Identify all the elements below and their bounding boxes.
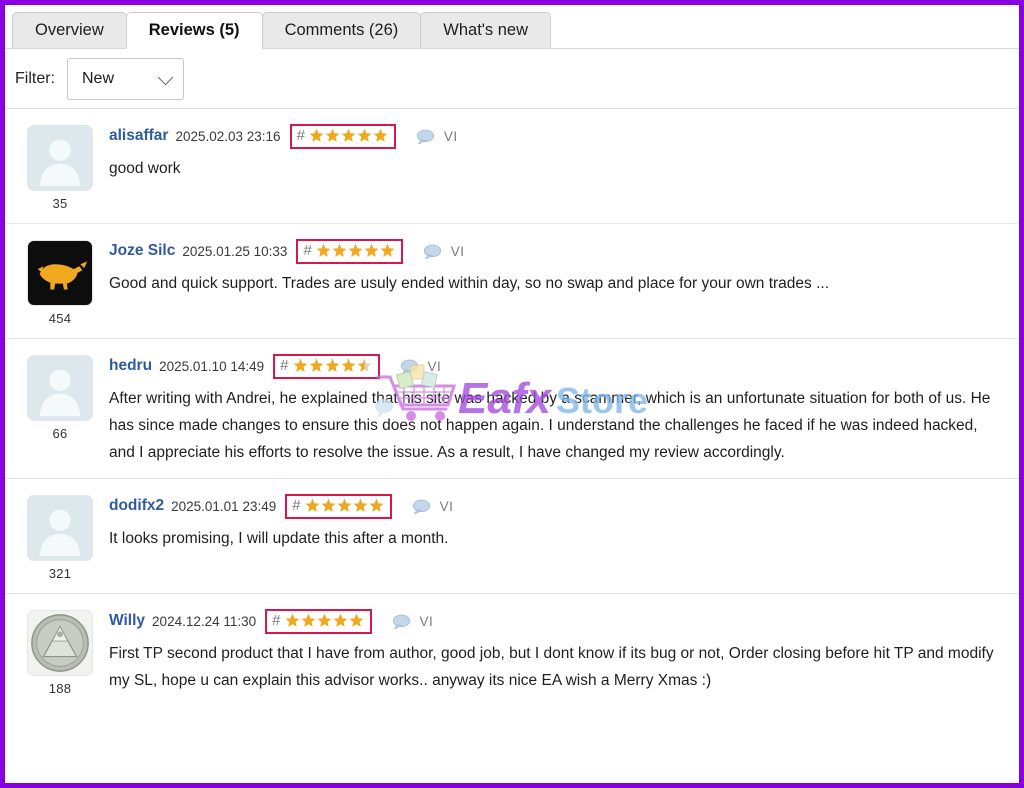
rating-badge: # bbox=[265, 608, 372, 634]
rating-badge: # bbox=[273, 353, 380, 379]
speech-bubble-icon[interactable] bbox=[416, 129, 435, 145]
reputation-count: 35 bbox=[52, 196, 68, 211]
hash-icon: # bbox=[280, 357, 289, 374]
username-link[interactable]: Joze Silc bbox=[109, 242, 175, 260]
vi-label: VI bbox=[439, 498, 454, 514]
review-timestamp: 2025.01.25 10:33 bbox=[182, 243, 288, 259]
hash-icon: # bbox=[272, 612, 281, 629]
reputation-count: 321 bbox=[48, 566, 72, 581]
review-item: 35 alisaffar 2025.02.03 23:16 # VI good work bbox=[5, 109, 1019, 224]
review-text: It looks promising, I will update this a… bbox=[109, 530, 449, 547]
rating-badge: # bbox=[289, 123, 396, 149]
tab-reviews-5[interactable]: Reviews (5) bbox=[125, 12, 263, 49]
review-timestamp: 2025.02.03 23:16 bbox=[175, 128, 281, 144]
avatar-column: 35 bbox=[21, 123, 99, 211]
review-item: 454 Joze Silc 2025.01.25 10:33 # VI Good and … bbox=[5, 224, 1019, 339]
review-list: 35 alisaffar 2025.02.03 23:16 # VI good work 4… bbox=[5, 109, 1019, 708]
tab-bar: Overview Reviews (5) Comments (26) What's n… bbox=[5, 5, 1019, 49]
hash-icon: # bbox=[292, 497, 301, 514]
review-meta: Willy 2024.12.24 11:30 # VI bbox=[109, 608, 1003, 634]
avatar-column: 321 bbox=[21, 493, 99, 581]
review-meta: alisaffar 2025.02.03 23:16 # VI bbox=[109, 123, 1003, 149]
avatar-column: 188 bbox=[21, 608, 99, 696]
vi-label: VI bbox=[427, 358, 442, 374]
avatar[interactable] bbox=[27, 355, 93, 421]
avatar-column: 454 bbox=[21, 238, 99, 326]
review-body: hedru 2025.01.10 14:49 # VI After writing wi… bbox=[99, 353, 1003, 466]
avatar[interactable] bbox=[27, 240, 93, 306]
review-body: alisaffar 2025.02.03 23:16 # VI good work bbox=[99, 123, 1003, 211]
star-rating bbox=[309, 128, 388, 143]
speech-bubble-icon[interactable] bbox=[423, 244, 442, 260]
tab-overview[interactable]: Overview bbox=[12, 12, 127, 49]
review-item: 66 hedru 2025.01.10 14:49 # VI After writing … bbox=[5, 339, 1019, 479]
review-body: Joze Silc 2025.01.25 10:33 # VI Good and qui… bbox=[99, 238, 1003, 326]
vi-label: VI bbox=[450, 243, 465, 259]
review-timestamp: 2025.01.01 23:49 bbox=[171, 498, 277, 514]
username-link[interactable]: alisaffar bbox=[109, 127, 168, 145]
chevron-down-icon bbox=[157, 69, 174, 85]
review-item: 321 dodifx2 2025.01.01 23:49 # VI It looks pr… bbox=[5, 479, 1019, 594]
speech-bubble-icon[interactable] bbox=[412, 499, 431, 515]
avatar[interactable] bbox=[27, 495, 93, 561]
reputation-count: 66 bbox=[52, 426, 68, 441]
speech-bubble-icon[interactable] bbox=[392, 614, 411, 630]
star-rating bbox=[293, 358, 372, 373]
hash-icon: # bbox=[303, 242, 312, 259]
tab-what-s-new[interactable]: What's new bbox=[420, 12, 552, 49]
avatar[interactable] bbox=[27, 125, 93, 191]
filter-select[interactable]: New bbox=[67, 57, 184, 100]
filter-label: Filter: bbox=[15, 69, 55, 87]
review-text: After writing with Andrei, he explained … bbox=[109, 390, 991, 461]
star-rating bbox=[305, 498, 384, 513]
review-meta: Joze Silc 2025.01.25 10:33 # VI bbox=[109, 238, 1003, 264]
speech-bubble-icon[interactable] bbox=[400, 359, 419, 375]
page-frame: Overview Reviews (5) Comments (26) What's n… bbox=[0, 0, 1024, 788]
review-meta: hedru 2025.01.10 14:49 # VI bbox=[109, 353, 1003, 379]
star-rating bbox=[285, 613, 364, 628]
filter-row: Filter: New bbox=[5, 49, 1019, 109]
reputation-count: 454 bbox=[48, 311, 72, 326]
vi-label: VI bbox=[419, 613, 434, 629]
avatar-column: 66 bbox=[21, 353, 99, 466]
avatar[interactable] bbox=[27, 610, 93, 676]
review-text: Good and quick support. Trades are usuly… bbox=[109, 275, 830, 292]
username-link[interactable]: hedru bbox=[109, 357, 152, 375]
hash-icon: # bbox=[296, 127, 305, 144]
review-meta: dodifx2 2025.01.01 23:49 # VI bbox=[109, 493, 1003, 519]
review-body: Willy 2024.12.24 11:30 # VI First TP second … bbox=[99, 608, 1003, 696]
review-body: dodifx2 2025.01.01 23:49 # VI It looks promi… bbox=[99, 493, 1003, 581]
star-rating bbox=[316, 243, 395, 258]
vi-label: VI bbox=[443, 128, 458, 144]
filter-selected-value: New bbox=[82, 69, 115, 87]
username-link[interactable]: dodifx2 bbox=[109, 497, 164, 515]
reputation-count: 188 bbox=[48, 681, 72, 696]
rating-badge: # bbox=[285, 493, 392, 519]
review-item: 188 Willy 2024.12.24 11:30 # VI First TP seco… bbox=[5, 594, 1019, 708]
review-text: First TP second product that I have from… bbox=[109, 645, 994, 689]
username-link[interactable]: Willy bbox=[109, 612, 145, 630]
tab-comments-26[interactable]: Comments (26) bbox=[261, 12, 422, 49]
review-timestamp: 2025.01.10 14:49 bbox=[159, 358, 265, 374]
review-timestamp: 2024.12.24 11:30 bbox=[152, 613, 257, 629]
rating-badge: # bbox=[296, 238, 403, 264]
review-text: good work bbox=[109, 160, 181, 177]
